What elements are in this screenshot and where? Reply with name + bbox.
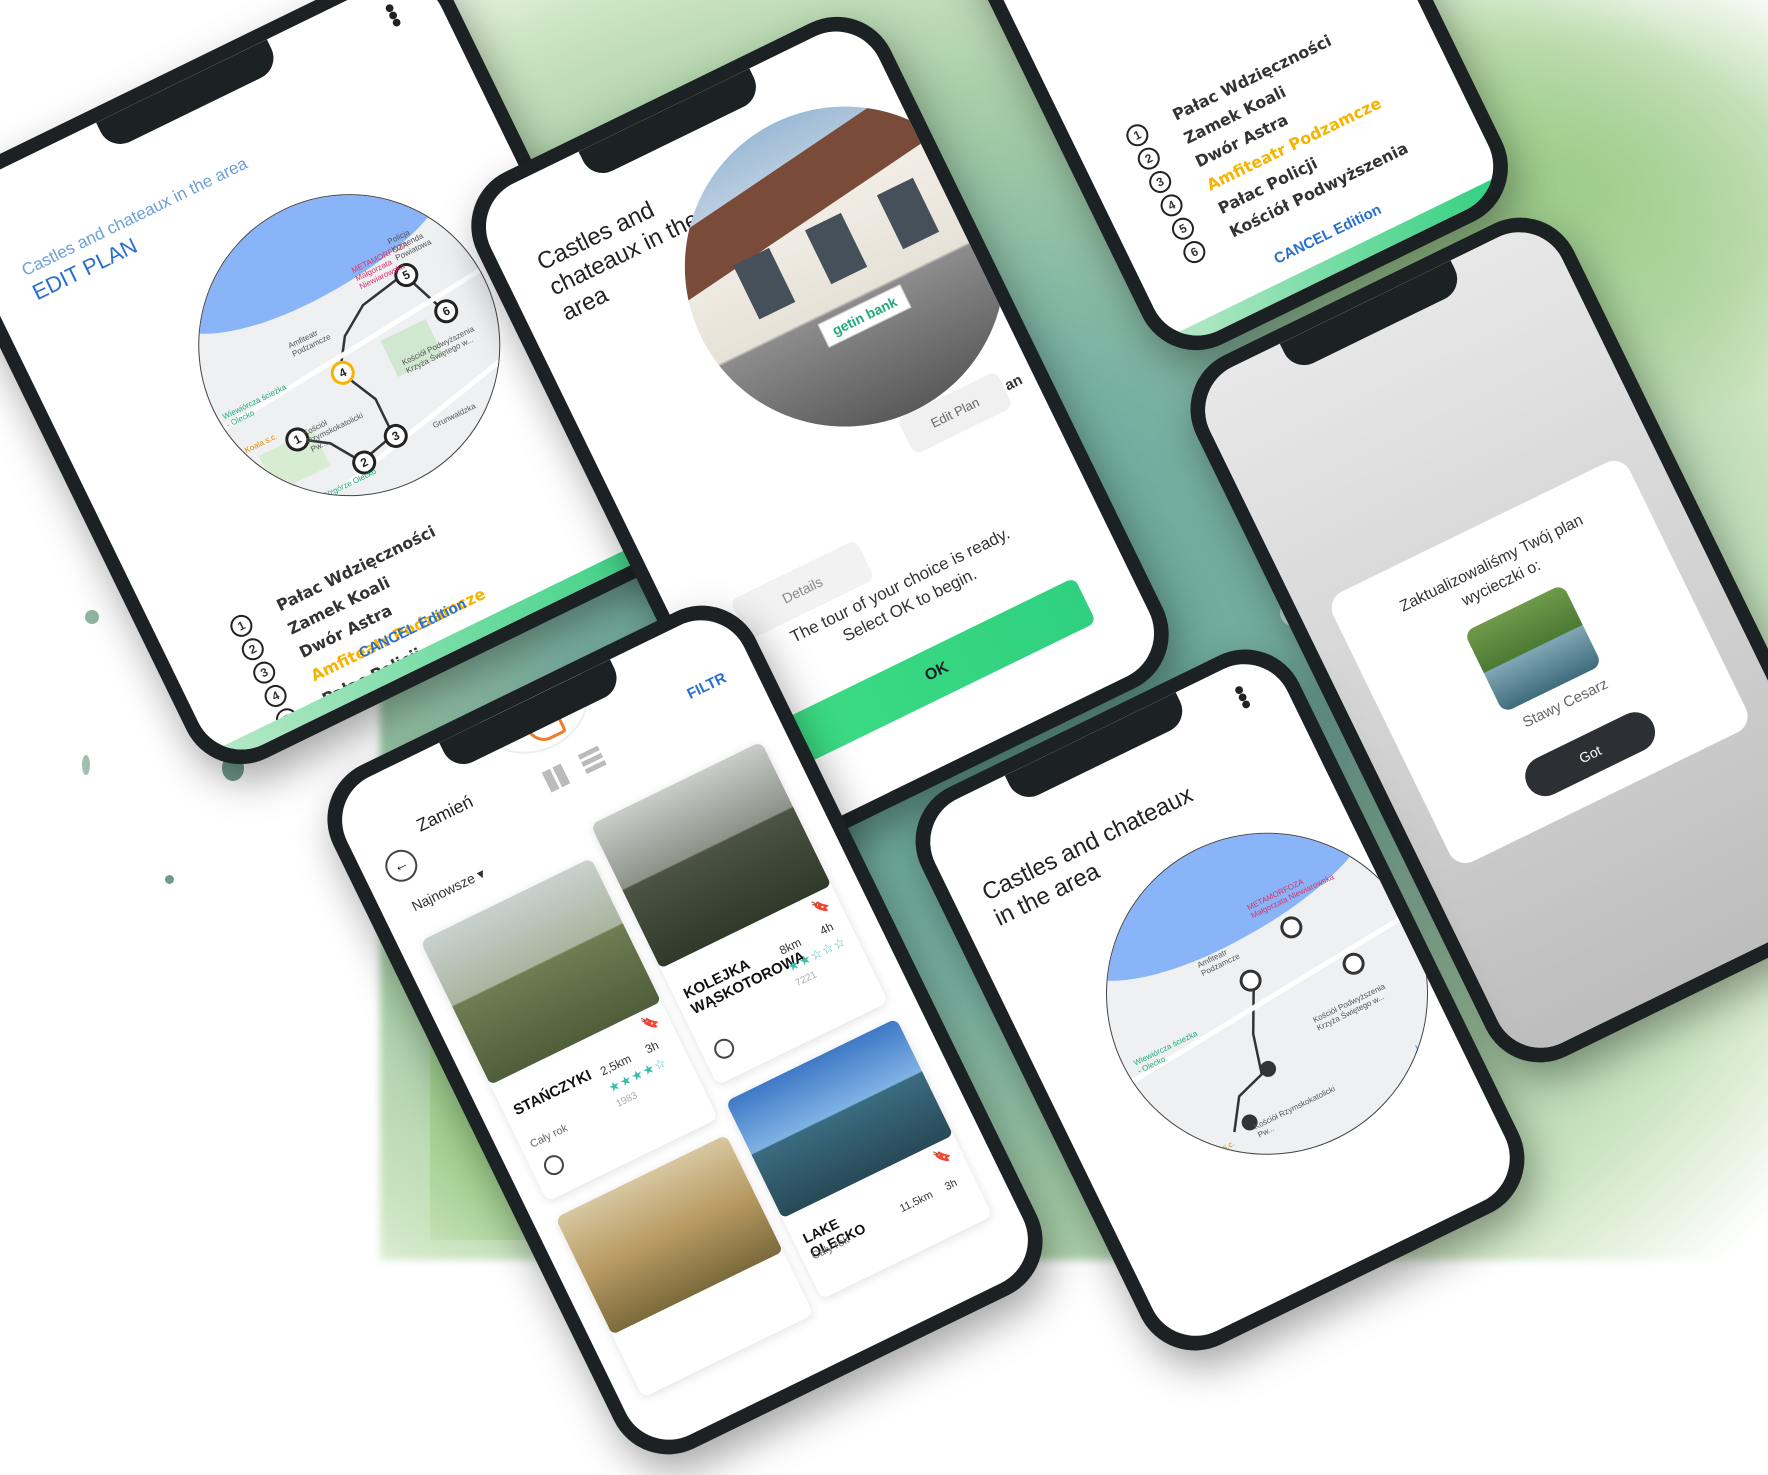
list-view-icon[interactable] [577, 745, 608, 776]
award-icon [540, 1151, 568, 1179]
window [876, 177, 940, 250]
bookmark-icon[interactable]: 🔖 [931, 1145, 954, 1168]
card-season: Cały rok [528, 1122, 570, 1151]
phone-notch [96, 39, 281, 152]
splatter [165, 875, 174, 884]
back-button[interactable]: ← [379, 844, 423, 888]
filter-button[interactable]: FILTR [684, 669, 729, 702]
more-menu-icon[interactable]: • • • [1228, 677, 1259, 720]
splatter [82, 755, 90, 775]
card-distance: 11,5km [897, 1188, 935, 1216]
grid-view-icon[interactable] [541, 763, 572, 793]
card-time: 3h [642, 1038, 661, 1057]
sort-dropdown[interactable]: Najnowsze ▾ [409, 865, 488, 915]
card-time: 3h [942, 1176, 960, 1194]
sort-label: Najnowsze [408, 869, 478, 915]
bookmark-icon[interactable]: 🔖 [639, 1011, 662, 1034]
window [804, 212, 868, 285]
card-time: 4h [817, 919, 836, 938]
card-title: KOLEJKA WĄSKOTOROWA [680, 948, 808, 1019]
more-menu-icon[interactable]: • • • [379, 0, 410, 38]
page-title: Zamień [413, 791, 477, 836]
bank-sign: getin bank [817, 284, 912, 348]
step-number: 6 [283, 727, 314, 758]
card-title: STAŃCZYKI [510, 1066, 595, 1120]
award-icon [710, 1035, 738, 1063]
splatter [85, 610, 99, 624]
places-list: 1Pałac Wdzięczności 2Zamek Koali 3Dwór A… [1122, 21, 1414, 270]
chevron-down-icon: ▾ [474, 865, 488, 883]
bookmark-icon[interactable]: 🔖 [809, 895, 832, 918]
